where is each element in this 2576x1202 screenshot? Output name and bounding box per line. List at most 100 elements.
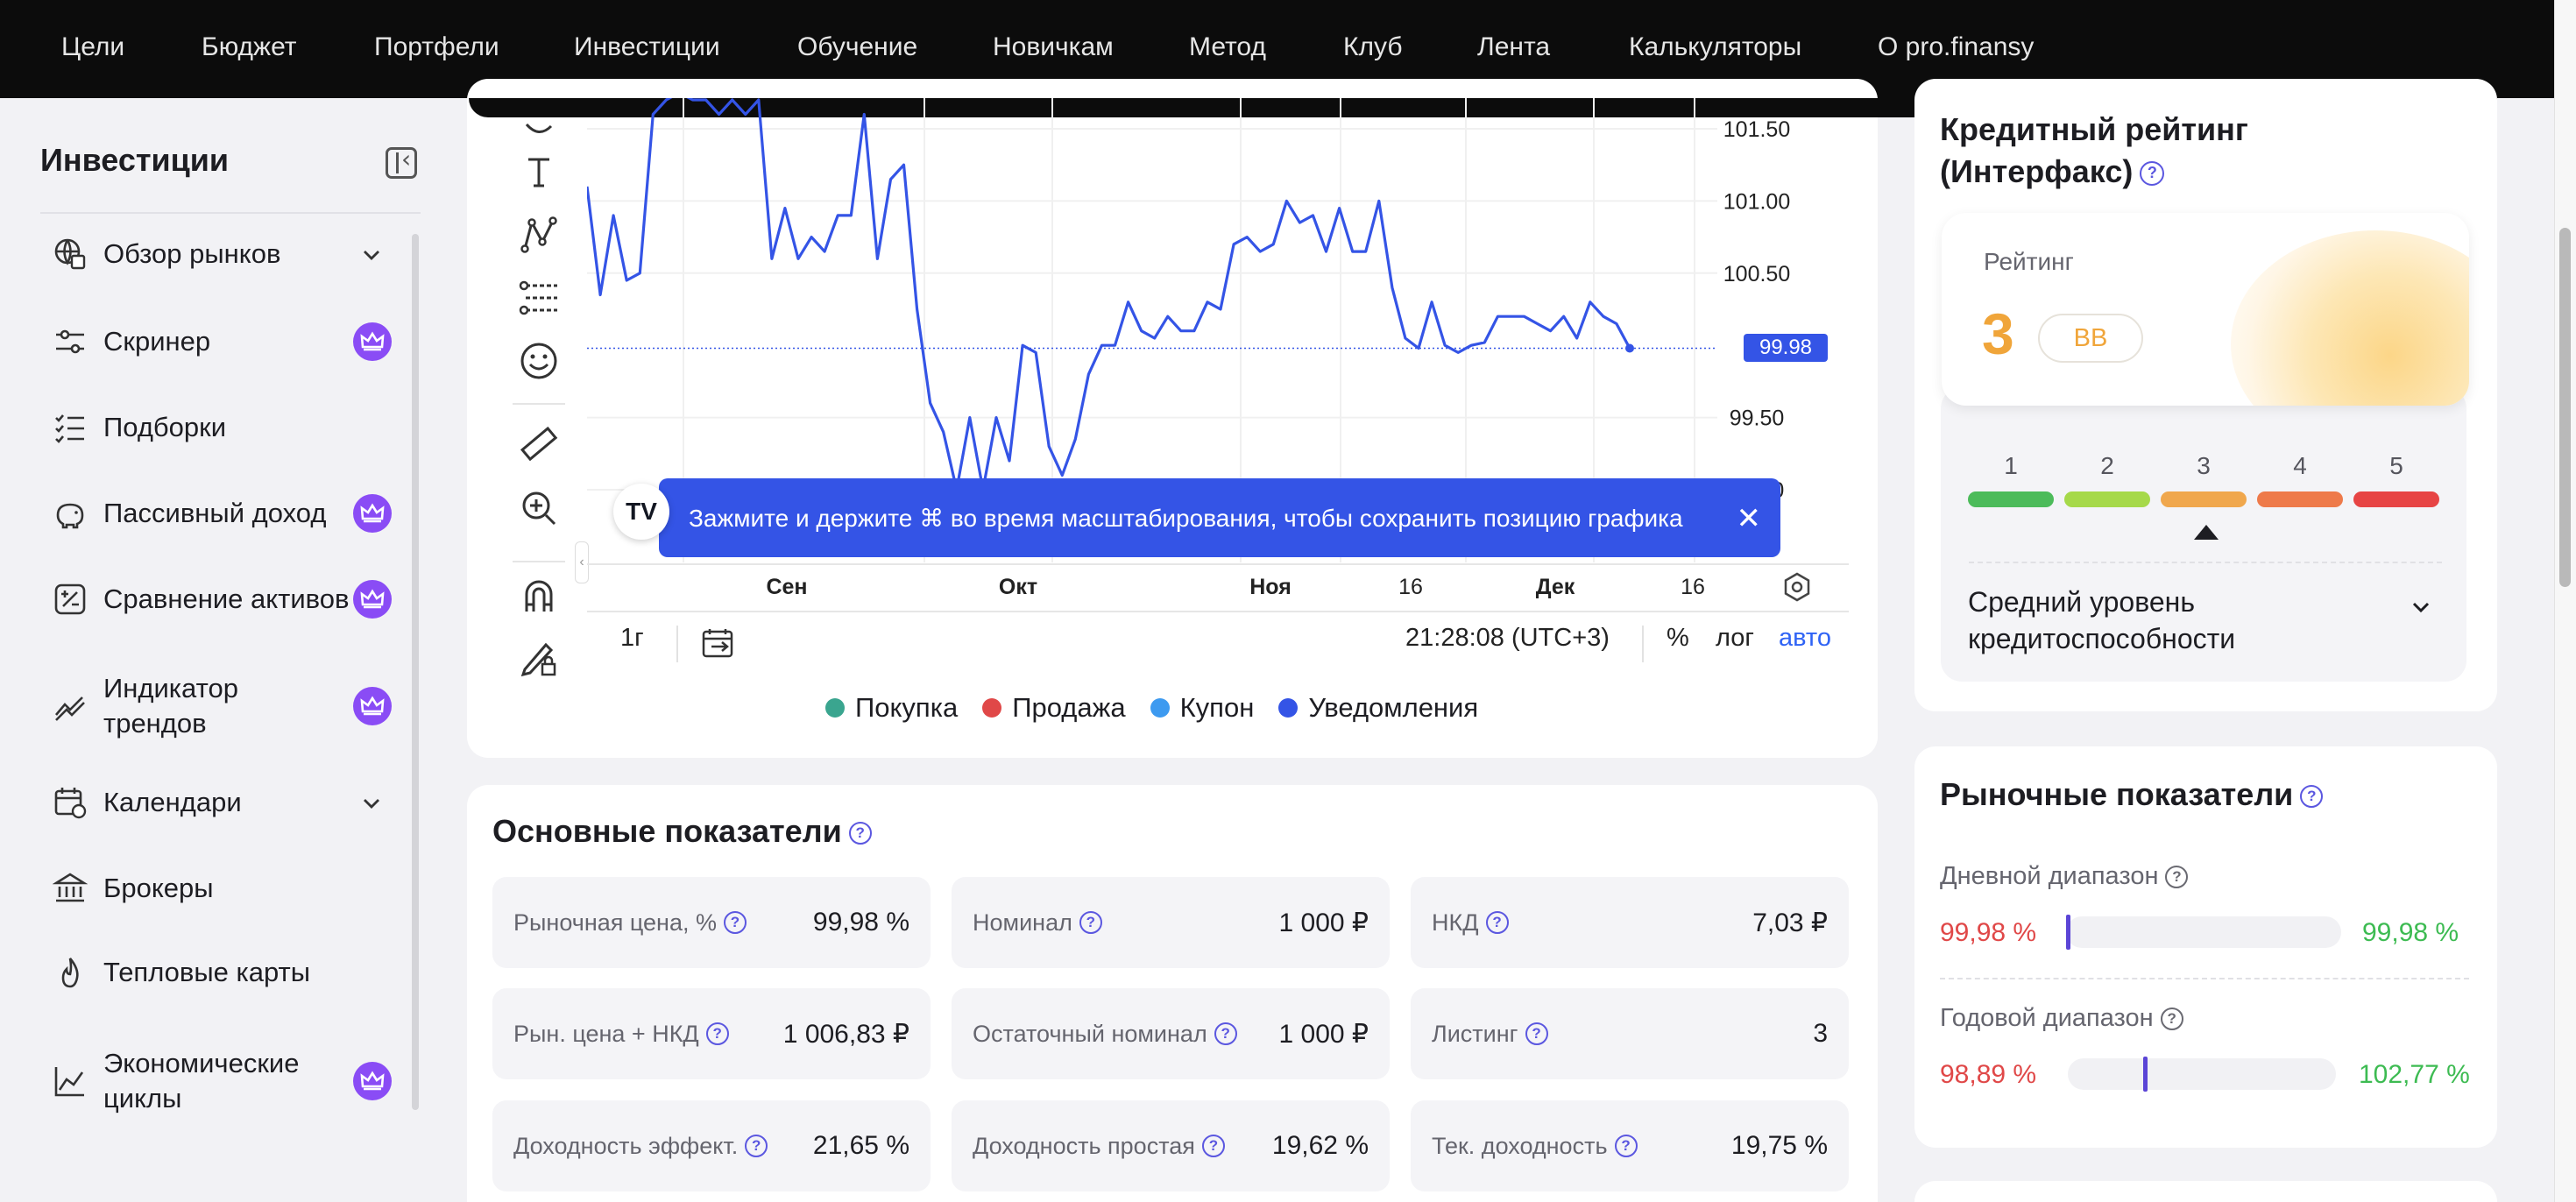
indicator-label-text: Доходность эффект. — [513, 1132, 739, 1159]
help-icon[interactable]: ? — [1201, 1135, 1225, 1157]
indicator-label: Рын. цена + НКД? — [513, 1021, 729, 1048]
period-button[interactable]: 1г — [620, 624, 644, 653]
premium-crown-icon — [353, 494, 392, 533]
emoji-tool-icon[interactable] — [513, 335, 565, 387]
help-icon[interactable]: ? — [848, 822, 872, 845]
sidebar-item-label: Пассивный доход — [103, 498, 327, 528]
help-icon[interactable]: ? — [2160, 1008, 2183, 1031]
sidebar-item-7[interactable]: Брокеры — [53, 871, 403, 906]
chevron-down-icon[interactable] — [361, 793, 380, 812]
chart-time: 21:28:08 (UTC+3) — [1405, 624, 1610, 652]
globe-chart-icon — [53, 237, 88, 272]
rating-description[interactable]: Средний уровень кредитоспособности — [1968, 583, 2235, 657]
indicator-cell: Остаточный номинал? 1 000 ₽ — [952, 988, 1390, 1079]
nav-item-10[interactable]: О pro.finansy — [1878, 32, 2034, 62]
piggy-bank-icon — [53, 496, 88, 531]
rating-score-box: Рейтинг 3 BB — [1942, 213, 2469, 406]
close-icon[interactable]: ✕ — [1737, 501, 1762, 536]
sidebar-item-2[interactable]: Подборки — [53, 410, 403, 445]
text-tool-icon[interactable] — [513, 145, 565, 198]
yearly-range-high: 102,77 % — [2359, 1060, 2470, 1089]
log-scale-button[interactable]: лог — [1716, 624, 1754, 653]
help-icon[interactable]: ? — [2300, 785, 2324, 809]
help-icon[interactable]: ? — [745, 1135, 768, 1157]
sidebar-item-1[interactable]: Скринер — [53, 322, 403, 361]
chevron-down-icon[interactable] — [2410, 596, 2432, 623]
help-icon[interactable]: ? — [1079, 911, 1102, 934]
legend-item[interactable]: Покупка — [825, 692, 958, 724]
pattern-tool-icon[interactable] — [513, 209, 565, 261]
sidebar: Инвестиции Обзор рынков Скринер Подборки Па… — [0, 98, 456, 1202]
indicator-cell: Доходность эффект.? 21,65 % — [492, 1100, 931, 1191]
indicator-label-text: Тек. доходность — [1432, 1132, 1608, 1159]
toolbar-divider — [513, 561, 565, 562]
legend-dot-icon — [1150, 698, 1170, 718]
indicator-cell: Номинал? 1 000 ₽ — [952, 877, 1390, 968]
percent-scale-button[interactable]: % — [1667, 624, 1689, 653]
date-range-icon[interactable] — [701, 627, 736, 663]
prediction-tool-icon[interactable] — [513, 272, 565, 324]
sidebar-item-9[interactable]: Экономические циклы — [53, 1046, 403, 1116]
tradingview-logo[interactable]: TV — [613, 484, 669, 540]
rating-scale-bar — [2161, 491, 2247, 507]
legend-dot-icon — [1278, 698, 1299, 718]
sidebar-item-4[interactable]: Сравнение активов — [53, 580, 403, 619]
sidebar-scrollbar[interactable] — [412, 234, 419, 1110]
auto-scale-button[interactable]: авто — [1779, 624, 1831, 653]
nav-item-8[interactable]: Лента — [1477, 32, 1550, 62]
help-icon[interactable]: ? — [1525, 1022, 1548, 1045]
daily-range-track — [2066, 916, 2341, 948]
page-scrollbar[interactable] — [2554, 0, 2576, 1202]
sliders-icon — [53, 324, 88, 359]
legend-item[interactable]: Продажа — [982, 692, 1126, 724]
help-icon[interactable]: ? — [705, 1022, 729, 1045]
indicator-value: 1 000 ₽ — [1278, 1019, 1369, 1049]
nav-item-3[interactable]: Инвестиции — [574, 32, 720, 62]
legend-dot-icon — [825, 698, 845, 718]
legend-label: Уведомления — [1308, 692, 1479, 723]
sidebar-item-label: Брокеры — [103, 873, 214, 903]
trend-icon — [53, 689, 88, 724]
help-icon[interactable]: ? — [723, 911, 747, 934]
zoom-in-icon[interactable] — [513, 482, 565, 534]
help-icon[interactable]: ? — [2140, 161, 2165, 187]
sidebar-item-8[interactable]: Тепловые карты — [53, 955, 403, 990]
sidebar-item-0[interactable]: Обзор рынков — [53, 237, 403, 272]
indicator-label-text: Номинал — [973, 909, 1072, 936]
rating-score: 3 — [1982, 301, 2014, 366]
nav-item-9[interactable]: Калькуляторы — [1629, 32, 1801, 62]
rating-glow — [2231, 230, 2469, 406]
nav-item-1[interactable]: Бюджет — [202, 32, 297, 62]
magnet-icon[interactable] — [513, 569, 565, 622]
nav-item-7[interactable]: Клуб — [1343, 32, 1403, 62]
nav-item-0[interactable]: Цели — [61, 32, 124, 62]
help-icon[interactable]: ? — [1614, 1135, 1638, 1157]
y-tick-label: 101.50 — [1723, 117, 1790, 142]
x-tick-label: 16 — [1681, 575, 1705, 599]
chevron-down-icon[interactable] — [361, 244, 380, 264]
sidebar-item-3[interactable]: Пассивный доход — [53, 494, 403, 533]
sidebar-item-label: Индикатор трендов — [103, 673, 238, 739]
collapse-sidebar-icon[interactable] — [386, 145, 417, 179]
chart-footer-divider — [587, 611, 1849, 612]
x-tick-label: Сен — [766, 575, 807, 599]
sidebar-item-5[interactable]: Индикатор трендов — [53, 671, 403, 741]
lock-drawings-icon[interactable] — [513, 631, 565, 683]
ruler-icon[interactable] — [513, 419, 565, 471]
legend-label: Купон — [1179, 692, 1255, 723]
sidebar-item-label: Экономические циклы — [103, 1048, 300, 1114]
help-icon[interactable]: ? — [1485, 911, 1509, 934]
help-icon[interactable]: ? — [2165, 866, 2189, 889]
nav-item-2[interactable]: Портфели — [374, 32, 499, 62]
chart-settings-icon[interactable] — [1781, 571, 1813, 607]
page-scrollbar-thumb[interactable] — [2559, 228, 2571, 587]
legend-item[interactable]: Купон — [1150, 692, 1255, 724]
help-icon[interactable]: ? — [1214, 1022, 1237, 1045]
main-indicators-title: Основные показатели? — [492, 813, 872, 850]
x-tick-label: Дек — [1536, 575, 1575, 599]
nav-item-6[interactable]: Метод — [1189, 32, 1266, 62]
legend-item[interactable]: Уведомления — [1278, 692, 1478, 724]
nav-item-4[interactable]: Обучение — [797, 32, 917, 62]
nav-item-5[interactable]: Новичкам — [993, 32, 1114, 62]
sidebar-item-6[interactable]: Календари — [53, 785, 403, 820]
